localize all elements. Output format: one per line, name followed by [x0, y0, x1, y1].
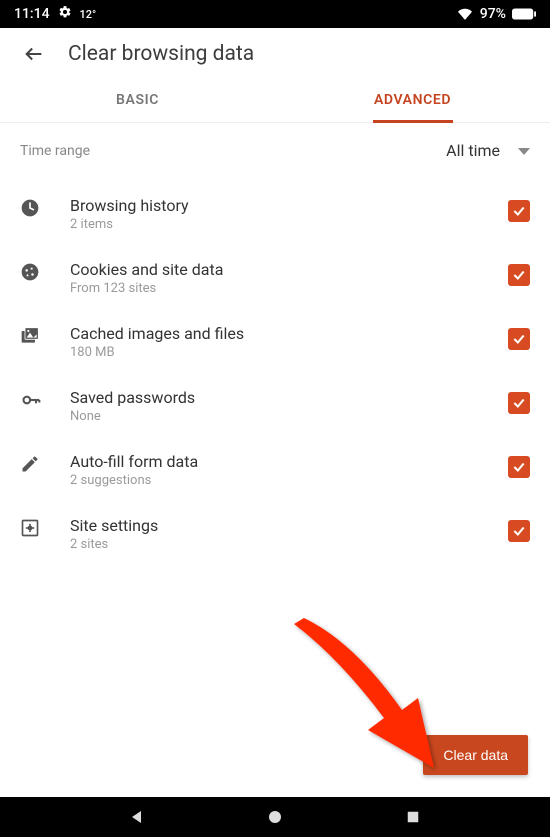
clear-data-button[interactable]: Clear data [423, 735, 528, 775]
status-battery-pct: 97% [480, 6, 506, 22]
item-autofill[interactable]: Auto-fill form data 2 suggestions [20, 438, 530, 502]
checkbox-cache[interactable] [508, 328, 530, 350]
tabs: BASIC ADVANCED [0, 74, 550, 123]
time-range-value: All time [446, 141, 500, 160]
item-sub: None [70, 409, 508, 424]
item-title: Auto-fill form data [70, 452, 508, 471]
status-bar: 11:14 12° 97% [0, 0, 550, 28]
nav-back[interactable] [128, 808, 146, 826]
battery-icon [512, 8, 536, 20]
time-range-label: Time range [20, 143, 90, 159]
item-browsing-history[interactable]: Browsing history 2 items [20, 182, 530, 246]
title-bar: Clear browsing data [0, 28, 550, 74]
tab-advanced[interactable]: ADVANCED [275, 74, 550, 122]
nav-recent[interactable] [404, 808, 422, 826]
time-range-select[interactable]: All time [446, 141, 530, 160]
item-title: Site settings [70, 516, 508, 535]
tab-basic[interactable]: BASIC [0, 74, 275, 122]
system-nav-bar [0, 797, 550, 837]
pencil-icon [20, 452, 54, 474]
item-sub: 2 suggestions [70, 473, 508, 488]
dropdown-icon [518, 141, 530, 160]
status-time: 11:14 [14, 6, 50, 22]
item-title: Cookies and site data [70, 260, 508, 279]
wifi-icon [456, 7, 474, 21]
status-temp: 12° [80, 8, 97, 21]
checkbox-cookies[interactable] [508, 264, 530, 286]
checkbox-browsing-history[interactable] [508, 200, 530, 222]
gear-icon [58, 5, 72, 23]
key-icon [20, 388, 54, 410]
cookie-icon [20, 260, 54, 282]
item-sub: 2 sites [70, 537, 508, 552]
item-sub: 180 MB [70, 345, 508, 360]
app-container: Clear browsing data BASIC ADVANCED Time … [0, 28, 550, 797]
item-passwords[interactable]: Saved passwords None [20, 374, 530, 438]
checkbox-site-settings[interactable] [508, 520, 530, 542]
item-cache[interactable]: Cached images and files 180 MB [20, 310, 530, 374]
item-cookies[interactable]: Cookies and site data From 123 sites [20, 246, 530, 310]
back-button[interactable] [22, 42, 46, 66]
nav-home[interactable] [266, 808, 284, 826]
time-range-row: Time range All time [20, 141, 530, 160]
item-sub: 2 items [70, 217, 508, 232]
image-icon [20, 324, 54, 346]
item-title: Cached images and files [70, 324, 508, 343]
checkbox-passwords[interactable] [508, 392, 530, 414]
site-settings-icon [20, 516, 54, 538]
content-area: Time range All time Browsing history 2 i… [0, 123, 550, 797]
item-sub: From 123 sites [70, 281, 508, 296]
item-title: Saved passwords [70, 388, 508, 407]
page-title: Clear browsing data [68, 42, 254, 66]
item-title: Browsing history [70, 196, 508, 215]
checkbox-autofill[interactable] [508, 456, 530, 478]
item-site-settings[interactable]: Site settings 2 sites [20, 502, 530, 566]
history-icon [20, 196, 54, 218]
